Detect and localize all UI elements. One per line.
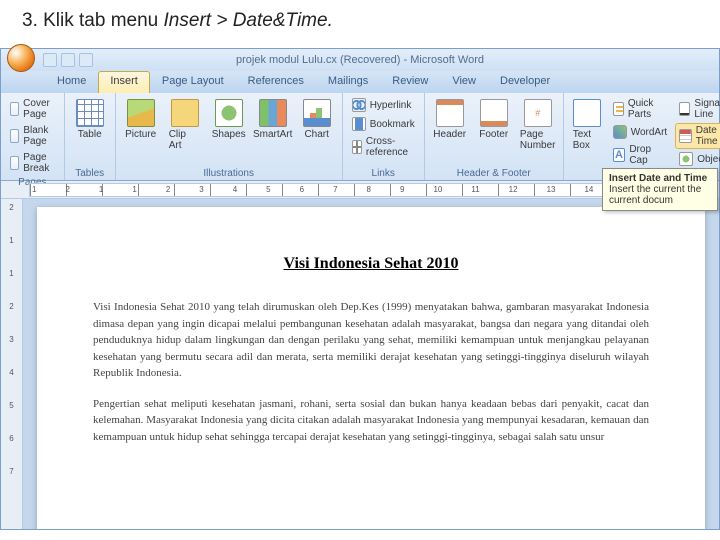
drop-cap-button[interactable]: ADrop Cap: [609, 142, 672, 168]
title-bar: projek modul Lulu.cx (Recovered) - Micro…: [1, 49, 719, 71]
ribbon-tabs: Home Insert Page Layout References Maili…: [1, 71, 719, 93]
document-area: 211234567 Visi Indonesia Sehat 2010 Visi…: [1, 199, 719, 529]
doc-paragraph: Pengertian sehat meliputi kesehatan jasm…: [93, 396, 649, 446]
page-break-icon: [10, 156, 19, 170]
drop-cap-icon: A: [613, 148, 626, 162]
group-tables: Table Tables: [65, 93, 116, 180]
bookmark-button[interactable]: Bookmark: [348, 115, 419, 133]
page-scroll-area[interactable]: Visi Indonesia Sehat 2010 Visi Indonesia…: [23, 199, 719, 529]
quick-access-toolbar: [43, 53, 93, 67]
group-label: Tables: [70, 167, 110, 179]
tab-home[interactable]: Home: [45, 71, 98, 93]
save-icon[interactable]: [43, 53, 57, 67]
page-break-button[interactable]: Page Break: [6, 150, 59, 176]
picture-icon: [127, 99, 155, 127]
group-label: Illustrations: [121, 167, 337, 179]
group-illustrations: Picture Clip Art Shapes SmartArt Chart I…: [116, 93, 343, 180]
tab-insert[interactable]: Insert: [98, 71, 150, 93]
wordart-icon: [613, 125, 627, 139]
page-number-button[interactable]: #Page Number: [518, 96, 558, 167]
group-links: Hyperlink Bookmark Cross-reference Links: [343, 93, 425, 180]
chart-button[interactable]: Chart: [297, 96, 337, 167]
bookmark-icon: [352, 117, 366, 131]
quick-parts-button[interactable]: Quick Parts: [609, 96, 672, 122]
shapes-button[interactable]: Shapes: [209, 96, 249, 167]
date-time-tooltip: Insert Date and Time Insert the current …: [602, 168, 718, 211]
group-label: Links: [348, 167, 419, 179]
signature-line-button[interactable]: Signature Line: [675, 96, 720, 122]
office-button[interactable]: [7, 44, 35, 72]
tab-review[interactable]: Review: [380, 71, 440, 93]
group-header-footer: Header Footer #Page Number Header & Foot…: [425, 93, 564, 180]
hyperlink-button[interactable]: Hyperlink: [348, 96, 419, 114]
undo-icon[interactable]: [61, 53, 75, 67]
tab-developer[interactable]: Developer: [488, 71, 562, 93]
blank-page-icon: [10, 129, 19, 143]
clipart-icon: [171, 99, 199, 127]
cross-ref-icon: [352, 140, 362, 154]
date-time-icon: [679, 129, 692, 143]
footer-button[interactable]: Footer: [474, 96, 514, 167]
tab-references[interactable]: References: [236, 71, 316, 93]
group-pages: Cover Page Blank Page Page Break Pages: [1, 93, 65, 180]
footer-icon: [480, 99, 508, 127]
shapes-icon: [215, 99, 243, 127]
text-box-icon: [573, 99, 601, 127]
group-text: Text Box Quick Parts WordArt ADrop Cap S…: [564, 93, 720, 180]
header-icon: [436, 99, 464, 127]
doc-title: Visi Indonesia Sehat 2010: [93, 255, 649, 273]
document-page[interactable]: Visi Indonesia Sehat 2010 Visi Indonesia…: [37, 207, 705, 529]
table-icon: [76, 99, 104, 127]
instruction-text: 3. Klik tab menu Insert > Date&Time.: [0, 0, 720, 48]
doc-paragraph: Visi Indonesia Sehat 2010 yang telah dir…: [93, 299, 649, 382]
word-window: projek modul Lulu.cx (Recovered) - Micro…: [0, 48, 720, 530]
quick-parts-icon: [613, 102, 624, 116]
hyperlink-icon: [352, 98, 366, 112]
header-button[interactable]: Header: [430, 96, 470, 167]
object-button[interactable]: Object: [675, 150, 720, 168]
tab-view[interactable]: View: [440, 71, 488, 93]
tab-page-layout[interactable]: Page Layout: [150, 71, 236, 93]
text-box-button[interactable]: Text Box: [569, 96, 605, 168]
object-icon: [679, 152, 693, 166]
blank-page-button[interactable]: Blank Page: [6, 123, 59, 149]
tab-mailings[interactable]: Mailings: [316, 71, 380, 93]
window-title: projek modul Lulu.cx (Recovered) - Micro…: [236, 54, 484, 66]
wordart-button[interactable]: WordArt: [609, 123, 672, 141]
signature-icon: [679, 102, 690, 116]
vertical-ruler[interactable]: 211234567: [1, 199, 23, 529]
cover-page-icon: [10, 102, 19, 116]
smartart-button[interactable]: SmartArt: [253, 96, 293, 167]
page-number-icon: #: [524, 99, 552, 127]
cover-page-button[interactable]: Cover Page: [6, 96, 59, 122]
smartart-icon: [259, 99, 287, 127]
cross-ref-button[interactable]: Cross-reference: [348, 134, 419, 160]
table-button[interactable]: Table: [70, 96, 110, 167]
date-time-button[interactable]: Date & Time: [675, 123, 720, 149]
clipart-button[interactable]: Clip Art: [165, 96, 205, 167]
picture-button[interactable]: Picture: [121, 96, 161, 167]
group-label: Header & Footer: [430, 167, 558, 179]
redo-icon[interactable]: [79, 53, 93, 67]
chart-icon: [303, 99, 331, 127]
